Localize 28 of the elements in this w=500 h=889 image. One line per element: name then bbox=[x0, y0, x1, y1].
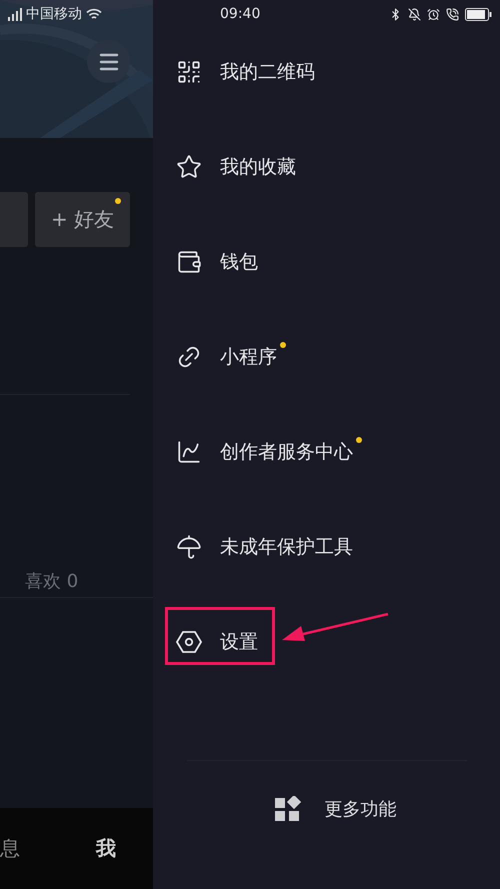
wallet-icon bbox=[176, 249, 202, 275]
drawer-menu-item[interactable]: 创作者服务中心 bbox=[153, 427, 500, 477]
drawer-menu-item[interactable]: 设置 bbox=[153, 617, 500, 667]
bluetooth-icon bbox=[389, 8, 402, 20]
apps-icon bbox=[274, 796, 300, 822]
add-friend-button[interactable]: + 好友 bbox=[35, 192, 130, 247]
wifi-icon bbox=[86, 8, 102, 20]
carrier-name: 中国移动 bbox=[26, 5, 82, 23]
nav-tab[interactable]: 我 bbox=[96, 835, 116, 862]
battery-icon bbox=[465, 8, 492, 20]
muted-bell-icon bbox=[408, 8, 421, 20]
drawer-menu-item[interactable]: 钱包 bbox=[153, 237, 500, 287]
star-icon bbox=[176, 154, 202, 180]
likes-count: 喜欢 0 bbox=[25, 571, 80, 593]
signal-icon bbox=[7, 7, 23, 21]
drawer-menu-item[interactable]: 我的收藏 bbox=[153, 142, 500, 192]
drawer-menu-item[interactable]: 我的二维码 bbox=[153, 47, 500, 97]
umbrella-icon bbox=[176, 534, 202, 560]
drawer-menu-item[interactable]: 小程序 bbox=[153, 332, 500, 382]
nav-tab[interactable]: 息 bbox=[0, 835, 20, 862]
drawer-menu-item[interactable]: 未成年保护工具 bbox=[153, 522, 500, 572]
alarm-icon bbox=[427, 8, 440, 20]
line-chart-icon bbox=[176, 439, 202, 465]
settings-icon bbox=[176, 629, 202, 655]
call-icon bbox=[446, 8, 459, 20]
clock-time: 09:40 bbox=[220, 6, 260, 22]
qr-code-icon bbox=[176, 59, 202, 85]
more-features-button[interactable]: 更多功能 bbox=[256, 796, 396, 822]
